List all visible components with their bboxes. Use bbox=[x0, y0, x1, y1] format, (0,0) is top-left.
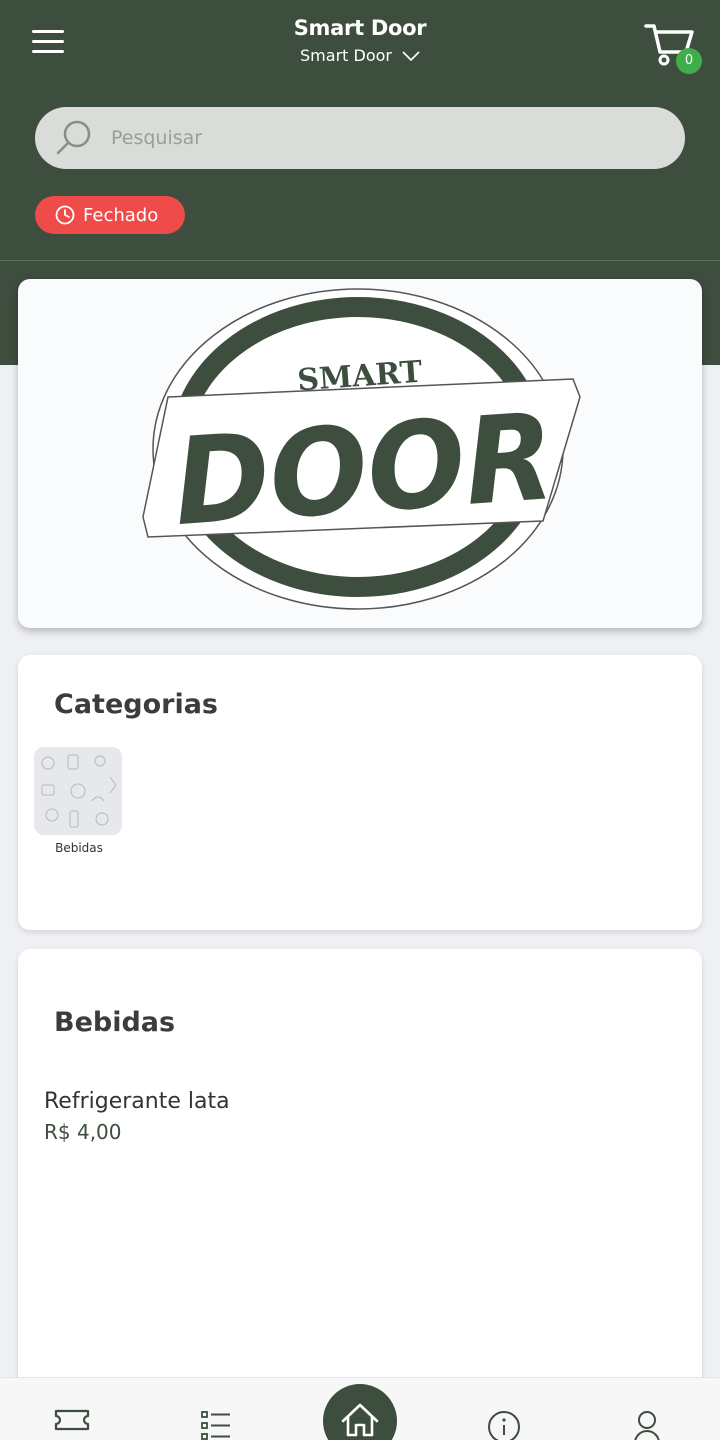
nav-profile[interactable] bbox=[633, 1410, 661, 1440]
categories-card: Categorias Bebidas bbox=[18, 655, 702, 930]
search-input[interactable] bbox=[111, 127, 631, 149]
list-icon bbox=[201, 1411, 230, 1440]
search-bar[interactable] bbox=[35, 107, 685, 169]
page-title: Smart Door bbox=[293, 16, 427, 40]
category-item[interactable]: Bebidas bbox=[34, 747, 124, 855]
nav-coupons[interactable] bbox=[54, 1408, 90, 1436]
store-selector[interactable]: Smart Door bbox=[300, 46, 420, 65]
store-logo-card: SMART DOOR bbox=[18, 279, 702, 628]
category-thumbnail bbox=[34, 747, 122, 835]
cart-button[interactable]: 0 bbox=[644, 22, 702, 74]
product-price: R$ 4,00 bbox=[44, 1120, 122, 1144]
clock-icon bbox=[55, 205, 75, 225]
logo-text-big: DOOR bbox=[170, 388, 559, 553]
nav-orders[interactable] bbox=[200, 1411, 232, 1440]
store-status-badge: Fechado bbox=[35, 196, 185, 234]
nav-info[interactable] bbox=[487, 1410, 521, 1440]
home-icon bbox=[341, 1403, 379, 1437]
category-label: Bebidas bbox=[55, 841, 103, 855]
product-name: Refrigerante lata bbox=[44, 1089, 230, 1114]
products-card: Bebidas Refrigerante lata R$ 4,00 bbox=[18, 949, 702, 1389]
cart-count-badge: 0 bbox=[676, 48, 702, 74]
user-icon bbox=[634, 1411, 660, 1440]
products-section-title: Bebidas bbox=[54, 1007, 176, 1038]
header-divider bbox=[0, 260, 720, 261]
info-icon bbox=[488, 1411, 520, 1440]
status-label: Fechado bbox=[83, 204, 159, 226]
smart-door-logo: SMART DOOR bbox=[142, 288, 581, 610]
ticket-icon bbox=[54, 1409, 90, 1431]
store-name: Smart Door bbox=[300, 46, 392, 65]
chevron-down-icon bbox=[402, 50, 420, 61]
search-icon bbox=[56, 120, 91, 155]
product-item[interactable]: Refrigerante lata R$ 4,00 bbox=[44, 1089, 230, 1144]
header-title-block: Smart Door Smart Door bbox=[0, 16, 720, 65]
categories-title: Categorias bbox=[54, 689, 218, 720]
